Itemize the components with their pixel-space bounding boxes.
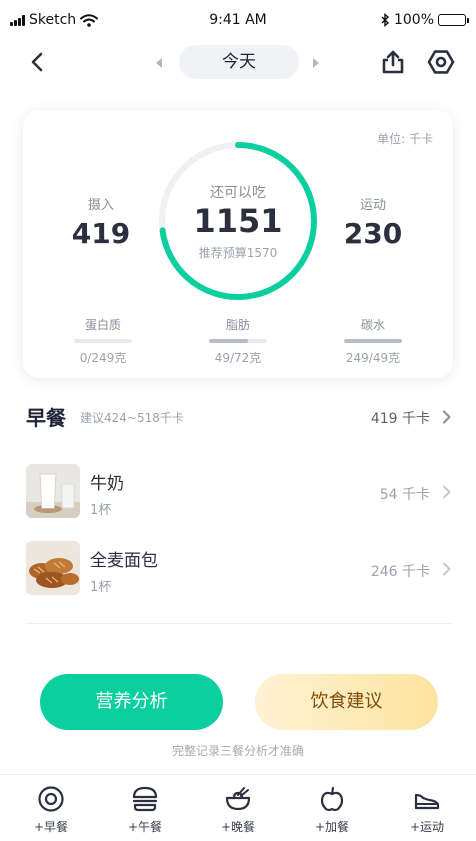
food-name: 牛奶: [90, 474, 124, 494]
share-icon[interactable]: [379, 48, 407, 76]
exercise-label: 运动: [359, 198, 386, 213]
burger-icon: [132, 786, 158, 812]
macro-amount: 49/72克: [214, 351, 262, 365]
tab-label: +午餐: [127, 820, 163, 834]
tab-add-snack[interactable]: +加餐: [292, 775, 372, 837]
date-selector[interactable]: 今天: [179, 45, 299, 79]
remaining-value: 1151: [193, 202, 283, 240]
nutrition-analysis-button[interactable]: 营养分析: [40, 674, 223, 730]
tab-add-dinner[interactable]: +晚餐: [198, 775, 278, 837]
tab-add-exercise[interactable]: +运动: [387, 775, 467, 837]
chevron-right-icon: [443, 562, 451, 576]
macro-bar: [209, 339, 267, 343]
macro-carb: 碳水 249/49克: [335, 316, 411, 366]
exercise-stat: 运动 230: [323, 194, 423, 250]
meal-hint: 建议424~518千卡: [80, 411, 184, 425]
food-item-bread[interactable]: 全麦面包 1杯 246 千卡: [26, 541, 452, 597]
sneaker-icon: [414, 793, 440, 810]
status-right: 100%: [381, 12, 469, 28]
macro-fat: 脂肪 49/72克: [200, 316, 276, 366]
battery-percent: 100%: [393, 12, 434, 28]
food-kcal: 246 千卡: [370, 564, 430, 580]
tab-add-breakfast[interactable]: +早餐: [11, 775, 91, 837]
calorie-summary-card: 单位: 千卡 摄入 419 还可以吃 1151 推荐预算1570 运动 230 …: [23, 110, 453, 378]
macro-label: 脂肪: [225, 318, 250, 332]
triangle-left-icon[interactable]: [152, 55, 166, 71]
diet-advice-button[interactable]: 饮食建议: [255, 674, 438, 730]
macro-bar: [74, 339, 132, 343]
tab-label: +运动: [409, 820, 445, 834]
macro-amount: 249/49克: [345, 351, 401, 365]
macro-amount: 0/249克: [79, 351, 127, 365]
breakfast-header[interactable]: 早餐 建议424~518千卡 419 千卡: [26, 402, 452, 432]
bluetooth-icon: [381, 13, 390, 27]
bowl-icon: [225, 787, 251, 811]
recommended-budget: 推荐预算1570: [198, 246, 278, 260]
bread-photo: [26, 541, 80, 595]
settings-icon[interactable]: [427, 48, 455, 76]
macro-protein: 蛋白质 0/249克: [65, 316, 141, 366]
unit-label: 单位: 千卡: [377, 132, 433, 146]
tab-add-lunch[interactable]: +午餐: [105, 775, 185, 837]
top-nav: 今天: [0, 42, 476, 86]
milk-photo: [26, 464, 80, 518]
divider: [26, 623, 452, 624]
tab-label: +加餐: [314, 820, 350, 834]
food-item-milk[interactable]: 牛奶 1杯 54 千卡: [26, 464, 452, 520]
food-quantity: 1杯: [90, 580, 112, 595]
chevron-right-icon: [443, 410, 451, 424]
macro-bar: [344, 339, 402, 343]
macro-label: 碳水: [360, 318, 385, 332]
intake-stat: 摄入 419: [51, 194, 151, 250]
back-icon[interactable]: [26, 50, 50, 74]
apple-icon: [320, 786, 344, 812]
food-name: 全麦面包: [90, 551, 158, 571]
tab-label: +早餐: [33, 820, 69, 834]
add-tab-bar: +早餐 +午餐 +晚餐 +加餐 +运动: [0, 774, 476, 837]
remaining-block: 还可以吃 1151 推荐预算1570: [157, 140, 319, 302]
remaining-label: 还可以吃: [210, 185, 266, 201]
status-bar: Sketch 9:41 AM 100%: [0, 0, 476, 42]
meal-total-kcal: 419 千卡: [370, 411, 430, 427]
food-quantity: 1杯: [90, 503, 112, 518]
analysis-tip: 完整记录三餐分析才准确: [171, 744, 304, 758]
chevron-right-icon: [443, 485, 451, 499]
triangle-right-icon[interactable]: [309, 55, 323, 71]
macro-label: 蛋白质: [84, 318, 121, 332]
food-kcal: 54 千卡: [379, 487, 430, 503]
intake-value: 419: [71, 217, 131, 250]
tab-label: +晚餐: [220, 820, 256, 834]
intake-label: 摄入: [87, 198, 114, 213]
battery-icon: [438, 14, 469, 26]
exercise-value: 230: [343, 217, 403, 250]
meal-title: 早餐: [26, 406, 66, 430]
plate-icon: [38, 786, 64, 812]
screen: Sketch 9:41 AM 100% 今天 单位: 千卡 摄入 419 还可以…: [0, 0, 476, 841]
